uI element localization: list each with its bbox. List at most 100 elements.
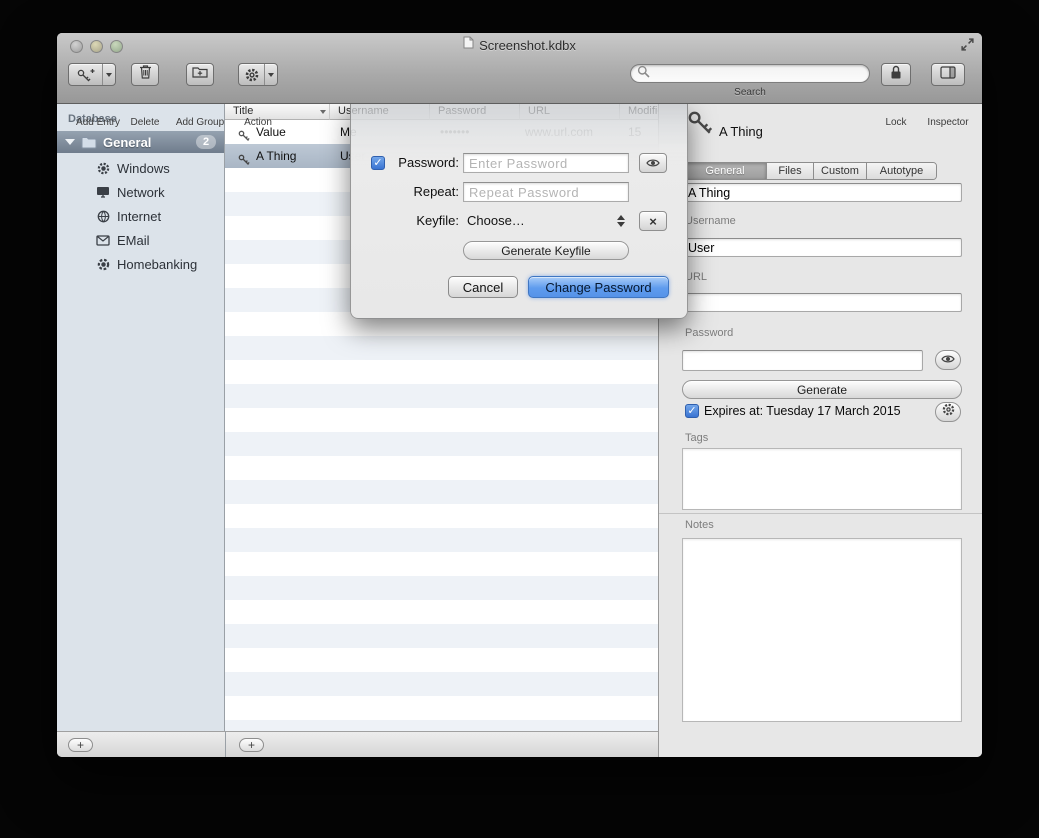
username-field[interactable] <box>682 238 962 257</box>
entry-list-footer: + <box>225 731 658 757</box>
envelope-icon <box>95 235 111 246</box>
inspector-entry-title: A Thing <box>719 124 763 139</box>
clear-keyfile-button[interactable]: × <box>639 211 667 231</box>
generate-keyfile-button[interactable]: Generate Keyfile <box>463 241 629 260</box>
sidebar-item-label: Homebanking <box>117 257 197 272</box>
sidebar-item-label: Windows <box>117 161 170 176</box>
key-plus-icon <box>69 64 102 85</box>
action-label: Action <box>238 117 278 128</box>
sidebar-footer: + <box>57 731 225 757</box>
search-input[interactable] <box>654 66 869 81</box>
sidebar-group-label: General <box>103 135 151 150</box>
sidebar-item-network[interactable]: Network <box>57 180 224 204</box>
gear-icon <box>95 162 111 175</box>
tab-custom[interactable]: Custom <box>814 163 867 179</box>
gear-icon <box>95 258 111 271</box>
inspector-button[interactable] <box>931 63 965 86</box>
sort-indicator-icon <box>320 110 326 114</box>
eye-icon <box>646 156 660 171</box>
sheet-keyfile-label: Keyfile: <box>389 211 459 231</box>
disclosure-triangle-icon[interactable] <box>65 139 75 145</box>
password-label: Password <box>685 327 733 339</box>
sidebar-item-internet[interactable]: Internet <box>57 204 224 228</box>
enable-password-checkbox[interactable]: ✓ <box>371 156 385 170</box>
title-field[interactable] <box>682 183 962 202</box>
lock-label: Lock <box>881 117 911 128</box>
url-label: URL <box>685 271 707 283</box>
sheet-repeat-label: Repeat: <box>389 182 459 202</box>
cell-title: A Thing <box>256 149 296 163</box>
keyfile-popup[interactable]: Choose… <box>467 211 525 231</box>
password-field[interactable] <box>682 350 923 371</box>
sheet-password-input[interactable] <box>463 153 629 173</box>
lock-button[interactable] <box>881 63 911 86</box>
globe-icon <box>95 210 111 223</box>
reveal-password-button[interactable] <box>935 350 961 370</box>
notes-input[interactable] <box>682 538 962 722</box>
sidebar-group-general[interactable]: General 2 <box>57 131 224 153</box>
add-group-button[interactable] <box>186 63 214 86</box>
expires-checkbox[interactable]: ✓ <box>685 404 699 418</box>
inspector-label: Inspector <box>918 117 978 128</box>
eye-icon <box>941 351 955 369</box>
inspector-panel-icon <box>940 66 956 84</box>
generate-password-button[interactable]: Generate <box>682 380 962 399</box>
chevron-down-icon[interactable] <box>102 64 115 85</box>
gear-icon <box>239 64 264 85</box>
inspector-tabs: General Files Custom Autotype <box>683 162 937 180</box>
tab-general[interactable]: General <box>684 163 767 179</box>
gear-icon <box>942 403 955 421</box>
document-icon <box>463 36 474 54</box>
inspector-panel: A Thing General Files Custom Autotype Us… <box>658 104 982 757</box>
action-button[interactable] <box>238 63 278 86</box>
popup-stepper-icon[interactable] <box>617 215 625 227</box>
add-entry-button[interactable] <box>68 63 116 86</box>
sidebar-item-label: EMail <box>117 233 150 248</box>
monitor-icon <box>95 186 111 198</box>
titlebar-toolbar[interactable]: Screenshot.kdbx Add Entry <box>57 33 982 104</box>
close-icon: × <box>649 214 657 229</box>
chevron-down-icon[interactable] <box>264 64 277 85</box>
expires-options-button[interactable] <box>935 402 961 422</box>
sidebar-item-homebanking[interactable]: Homebanking <box>57 252 224 276</box>
add-group-footer-button[interactable]: + <box>68 738 93 752</box>
key-icon <box>238 126 250 144</box>
sidebar-item-windows[interactable]: Windows <box>57 156 224 180</box>
search-icon <box>637 65 650 83</box>
url-field[interactable] <box>682 293 962 312</box>
desktop-background: Screenshot.kdbx Add Entry <box>0 0 1039 838</box>
search-field[interactable] <box>630 64 870 83</box>
sidebar-item-email[interactable]: EMail <box>57 228 224 252</box>
add-group-label: Add Group <box>170 117 230 128</box>
tab-autotype[interactable]: Autotype <box>867 163 936 179</box>
sidebar: Database General 2 Windows Network <box>57 104 225 731</box>
key-icon <box>687 110 713 141</box>
sheet-repeat-input[interactable] <box>463 182 629 202</box>
trash-icon <box>138 64 153 85</box>
tags-input[interactable] <box>682 448 962 510</box>
window-title: Screenshot.kdbx <box>479 38 576 53</box>
sidebar-item-label: Internet <box>117 209 161 224</box>
sheet-reveal-password-button[interactable] <box>639 153 667 173</box>
search-label: Search <box>720 87 780 98</box>
lock-icon <box>890 65 902 85</box>
entry-count-badge: 2 <box>196 135 216 149</box>
expires-label: Expires at: Tuesday 17 March 2015 <box>704 404 901 418</box>
sheet-password-label: Password: <box>389 153 459 173</box>
folder-plus-icon <box>192 65 208 84</box>
notes-label: Notes <box>685 519 714 531</box>
tab-files[interactable]: Files <box>767 163 814 179</box>
tags-label: Tags <box>685 432 708 444</box>
change-password-sheet: ✓ Password: Repeat: Keyfile: Choose… × G… <box>350 104 688 319</box>
key-icon <box>238 150 250 168</box>
section-divider <box>659 513 982 514</box>
delete-button[interactable] <box>131 63 159 86</box>
app-window: Screenshot.kdbx Add Entry <box>57 33 982 757</box>
change-password-button[interactable]: Change Password <box>528 276 669 298</box>
fullscreen-icon[interactable] <box>960 37 976 53</box>
delete-label: Delete <box>119 117 171 128</box>
folder-icon <box>81 136 97 149</box>
window-title-area: Screenshot.kdbx <box>57 37 982 53</box>
cancel-button[interactable]: Cancel <box>448 276 518 298</box>
add-entry-footer-button[interactable]: + <box>239 738 264 752</box>
